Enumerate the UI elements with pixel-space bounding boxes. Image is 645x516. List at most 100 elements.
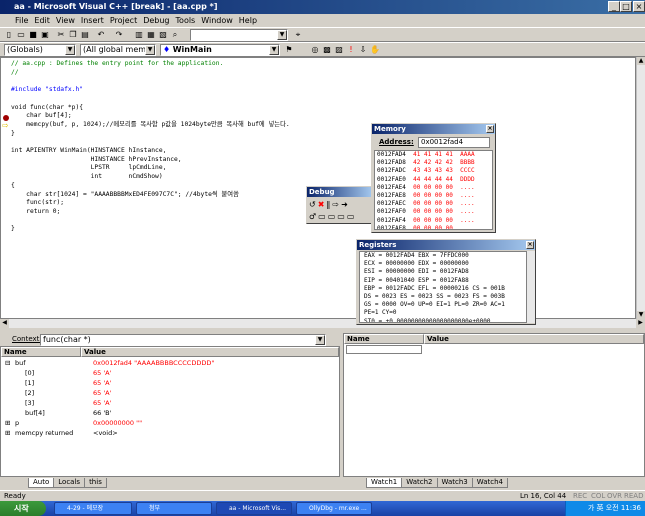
go-icon[interactable]: ⇩ <box>358 45 368 55</box>
memory-title[interactable]: Memory × <box>372 124 495 134</box>
scroll-left-icon[interactable]: ◀ <box>0 319 9 328</box>
menu-insert[interactable]: Insert <box>78 14 107 27</box>
open-icon[interactable]: ▭ <box>16 30 26 40</box>
redo-icon[interactable]: ↷ <box>114 30 124 40</box>
menu-file[interactable]: File <box>12 14 31 27</box>
show-next-icon[interactable]: ➜ <box>341 200 350 209</box>
debug-toolbar-title[interactable]: Debug <box>307 187 373 197</box>
maximize-button[interactable]: □ <box>620 1 632 12</box>
variable-value[interactable]: 65 'A' <box>93 389 111 398</box>
chevron-down-icon[interactable]: ▼ <box>269 45 279 55</box>
debug-buttons-row-1[interactable]: ↺✖‖⇨➜ <box>309 200 350 209</box>
watch-window-icon[interactable]: ▭ <box>318 212 328 221</box>
registers-title[interactable]: Registers × <box>357 240 535 250</box>
variable-value[interactable]: 0x00000000 "" <box>93 419 142 428</box>
chevron-down-icon[interactable]: ▼ <box>65 45 75 55</box>
variables-col-value[interactable]: Value <box>81 347 339 357</box>
close-button[interactable]: × <box>633 1 645 12</box>
start-button[interactable]: 시작 <box>0 501 46 516</box>
menu-window[interactable]: Window <box>198 14 236 27</box>
variable-value[interactable]: 65 'A' <box>93 399 111 408</box>
watch-col-name[interactable]: Name <box>344 334 424 344</box>
scroll-up-icon[interactable]: ▲ <box>637 57 645 65</box>
input-language[interactable]: 가 英 <box>588 504 604 512</box>
find-combo[interactable]: ▼ <box>190 29 288 41</box>
variable-name[interactable]: buf[4] <box>25 409 45 418</box>
variable-value[interactable]: 0x0012fad4 "AAAABBBBCCCCDDDD" <box>93 359 214 368</box>
memory-window-icon[interactable]: ▭ <box>347 212 357 221</box>
close-icon[interactable]: × <box>486 125 494 133</box>
task-notepad[interactable]: 4-29 - 메모장 <box>54 502 132 515</box>
menu-view[interactable]: View <box>53 14 78 27</box>
task-visual-cpp[interactable]: aa - Microsoft Vis... <box>216 502 292 515</box>
variables-col-name[interactable]: Name <box>1 347 81 357</box>
tab-watch4[interactable]: Watch4 <box>471 478 508 488</box>
scroll-down-icon[interactable]: ▼ <box>637 311 645 319</box>
variable-tree-toggle[interactable]: ⊞ <box>5 429 10 438</box>
cut-icon[interactable]: ✂ <box>56 30 66 40</box>
close-icon[interactable]: × <box>526 241 534 249</box>
variable-name[interactable]: [3] <box>25 399 34 408</box>
tab-locals[interactable]: Locals <box>53 478 86 488</box>
chevron-down-icon[interactable]: ▼ <box>145 45 155 55</box>
function-combo[interactable]: ♦ WinMain ▼ <box>160 44 280 56</box>
task-attachment[interactable]: 첨부 <box>136 502 212 515</box>
variable-name[interactable]: p <box>15 419 19 428</box>
variable-value[interactable]: 66 'B' <box>93 409 111 418</box>
stop-build-icon[interactable]: ▨ <box>334 45 344 55</box>
new-file-icon[interactable]: ▯ <box>4 30 14 40</box>
wizard-action-icon[interactable]: ⚑ <box>284 45 294 55</box>
build-icon[interactable]: ▩ <box>322 45 332 55</box>
apply-changes-icon[interactable]: ⇨ <box>332 200 341 209</box>
watch-pane[interactable]: Name Value <box>343 333 645 477</box>
variable-name[interactable]: memcpy returned <box>15 429 73 438</box>
restart-icon[interactable]: ↺ <box>309 200 318 209</box>
quickwatch-icon[interactable]: ♂ <box>309 212 318 221</box>
paste-icon[interactable]: ▤ <box>80 30 90 40</box>
find-in-files-icon[interactable]: ⌕ <box>170 30 180 40</box>
undo-icon[interactable]: ↶ <box>96 30 106 40</box>
context-combo[interactable]: func(char *) ▼ <box>40 334 326 346</box>
breakpoint-icon[interactable]: ✋ <box>370 45 380 55</box>
scope-combo[interactable]: (Globals) ▼ <box>4 44 76 56</box>
menu-tools[interactable]: Tools <box>173 14 199 27</box>
copy-icon[interactable]: ❐ <box>68 30 78 40</box>
variable-value[interactable]: 65 'A' <box>93 369 111 378</box>
tab-watch2[interactable]: Watch2 <box>401 478 438 488</box>
find-icon[interactable]: ⌖ <box>293 30 303 40</box>
editor-horizontal-scrollbar[interactable]: ◀ ▶ <box>0 319 645 328</box>
variable-value[interactable]: 65 'A' <box>93 379 111 388</box>
variables-window-icon[interactable]: ▭ <box>328 212 338 221</box>
editor-vertical-scrollbar[interactable]: ▲ ▼ <box>636 57 645 319</box>
variable-name[interactable]: buf <box>15 359 26 368</box>
members-combo[interactable]: (All global members ▼ <box>80 44 156 56</box>
menu-help[interactable]: Help <box>236 14 260 27</box>
memory-dump[interactable]: 0012FAD4 41 41 41 41 AAAA 0012FAD8 42 42 … <box>374 150 493 230</box>
workspace-icon[interactable]: ▥ <box>134 30 144 40</box>
menu-project[interactable]: Project <box>107 14 140 27</box>
variable-name[interactable]: [0] <box>25 369 34 378</box>
variables-pane[interactable]: Name Value ⊟ buf 0x0012fad4 "AAAABBBBCCCCD… <box>0 346 340 477</box>
menu-debug[interactable]: Debug <box>140 14 172 27</box>
save-icon[interactable]: ■ <box>28 30 38 40</box>
variable-value[interactable]: <void> <box>93 429 118 438</box>
chevron-down-icon[interactable]: ▼ <box>315 335 325 345</box>
registers-window-icon[interactable]: ▭ <box>337 212 347 221</box>
execute-icon[interactable]: ! <box>346 45 356 55</box>
debug-buttons-row-2[interactable]: ♂▭▭▭▭ <box>309 212 356 221</box>
tab-this[interactable]: this <box>84 478 107 488</box>
save-all-icon[interactable]: ▣ <box>40 30 50 40</box>
variable-tree-toggle[interactable]: ⊞ <box>5 419 10 428</box>
scroll-right-icon[interactable]: ▶ <box>636 319 645 328</box>
watch-new-entry[interactable] <box>346 345 422 354</box>
address-input[interactable]: 0x0012fad4 <box>418 137 490 148</box>
watch-col-value[interactable]: Value <box>424 334 644 344</box>
minimize-button[interactable]: _ <box>608 1 620 12</box>
tab-auto[interactable]: Auto <box>28 478 55 488</box>
variable-name[interactable]: [2] <box>25 389 34 398</box>
variable-name[interactable]: [1] <box>25 379 34 388</box>
tab-watch3[interactable]: Watch3 <box>436 478 473 488</box>
windows-icon[interactable]: ▧ <box>158 30 168 40</box>
task-ollydbg[interactable]: OllyDbg - mr.exe ... <box>296 502 372 515</box>
output-icon[interactable]: ▦ <box>146 30 156 40</box>
